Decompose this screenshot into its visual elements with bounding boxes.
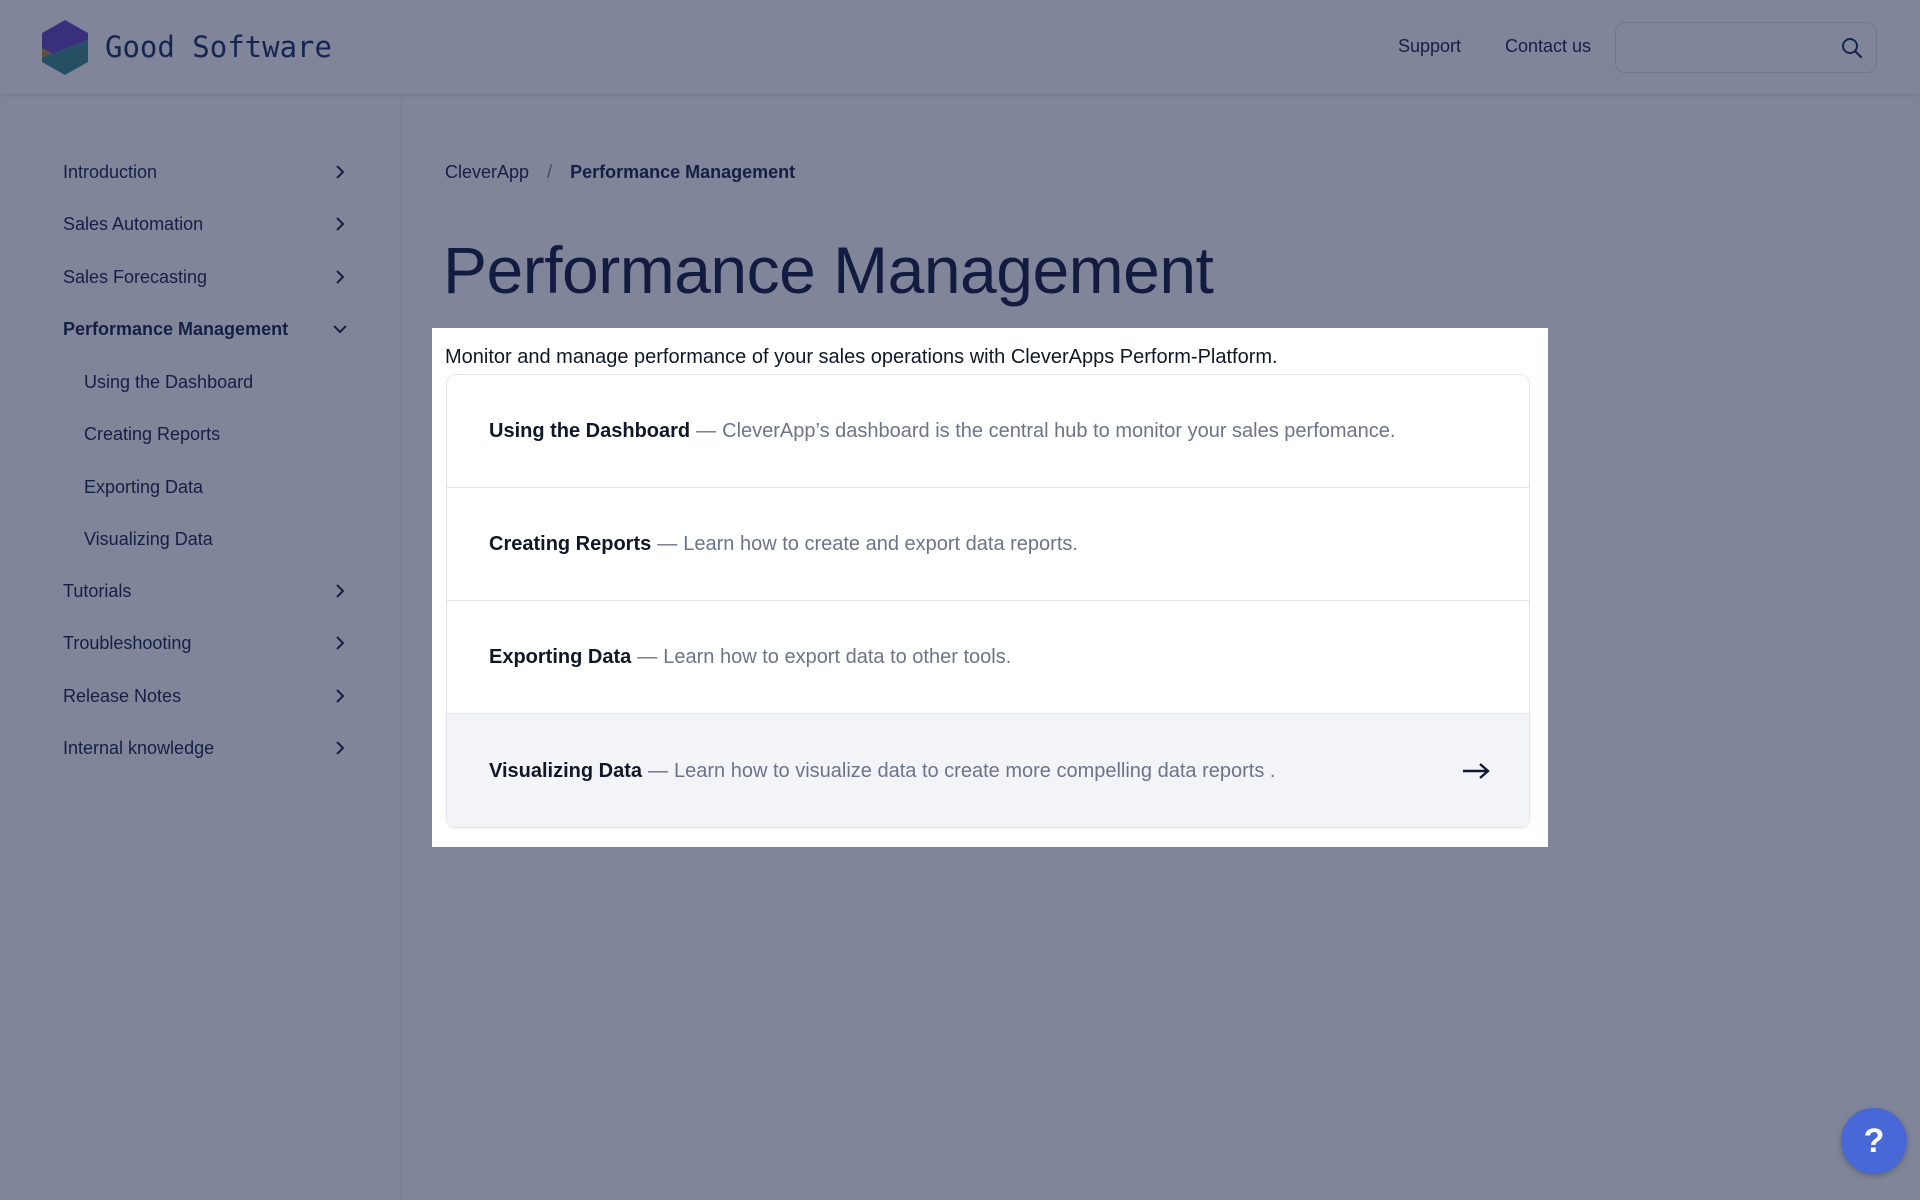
overlay-left	[0, 328, 432, 847]
intro-text: Monitor and manage performance of your s…	[445, 346, 1278, 368]
article-card-creating-reports[interactable]: Creating Reports — Learn how to create a…	[447, 488, 1529, 601]
overlay-right	[1548, 328, 1920, 847]
card-description: Learn how to export data to other tools.	[663, 645, 1012, 668]
card-dash: —	[648, 759, 669, 782]
overlay-top	[0, 0, 1920, 328]
question-icon: ?	[1863, 1121, 1885, 1160]
card-description: Learn how to visualize data to create mo…	[674, 759, 1276, 782]
article-card-exporting-data[interactable]: Exporting Data — Learn how to export dat…	[447, 601, 1529, 714]
arrow-right-icon	[1463, 763, 1490, 779]
card-description: Learn how to create and export data repo…	[683, 532, 1078, 555]
card-title: Visualizing Data	[489, 759, 643, 782]
article-card-using-dashboard[interactable]: Using the Dashboard — CleverApp’s dashbo…	[447, 375, 1529, 488]
overlay-bottom	[0, 847, 1920, 1200]
card-dash: —	[696, 419, 717, 442]
card-title: Creating Reports	[489, 532, 652, 555]
article-card-visualizing-data[interactable]: Visualizing Data — Learn how to visualiz…	[447, 714, 1529, 827]
card-title: Using the Dashboard	[489, 419, 691, 442]
card-dash: —	[657, 532, 678, 555]
page: Good Software Support Contact us Introdu…	[0, 0, 1920, 1200]
card-description: CleverApp’s dashboard is the central hub…	[722, 419, 1396, 442]
article-card-list: Using the Dashboard — CleverApp’s dashbo…	[446, 374, 1530, 828]
help-button[interactable]: ?	[1841, 1108, 1907, 1174]
card-dash: —	[637, 645, 658, 668]
card-title: Exporting Data	[489, 645, 632, 668]
